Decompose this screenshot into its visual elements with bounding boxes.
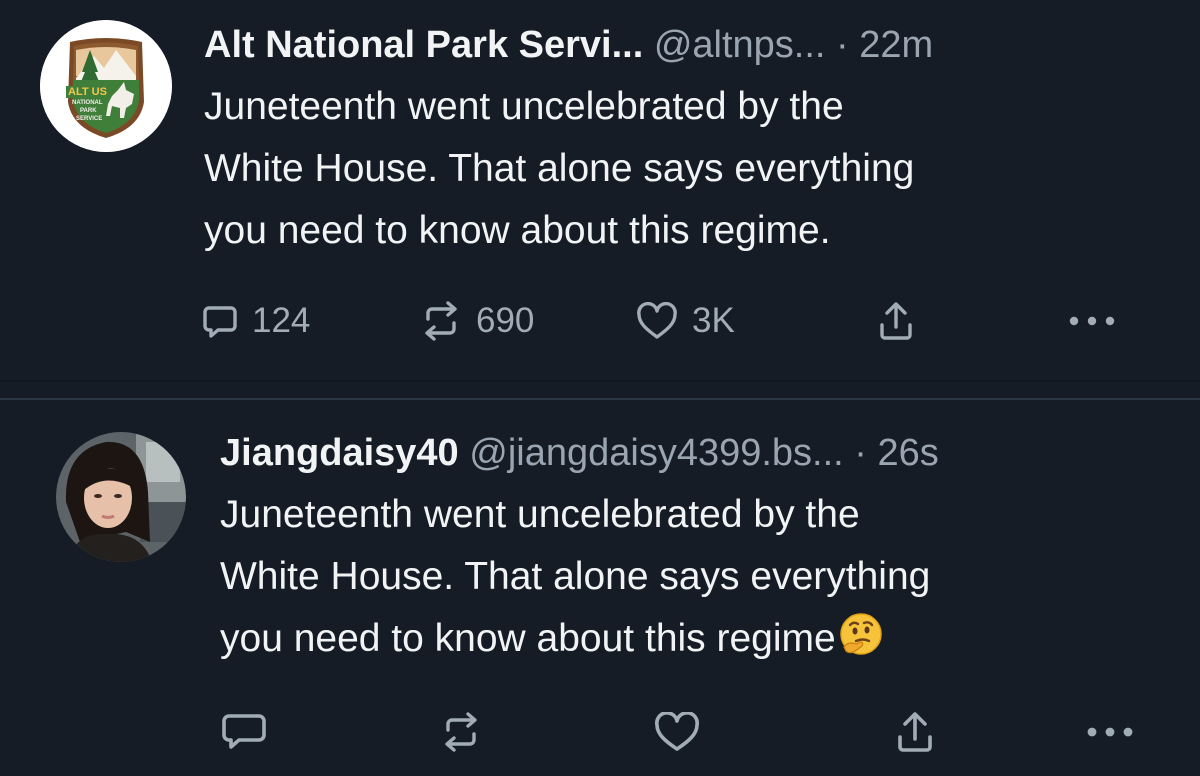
timestamp[interactable]: 22m [859, 24, 933, 66]
share-button[interactable] [878, 296, 914, 346]
reply-icon [203, 306, 237, 338]
handle[interactable]: @altnps... [654, 24, 826, 66]
avatar[interactable] [56, 432, 186, 562]
post-text-line: you need to know about this regime. [204, 209, 831, 252]
like-count: 3K [692, 301, 735, 340]
post-header: Jiangdaisy40 @jiangdaisy4399.bs... · 26s [220, 428, 1180, 478]
post-content: Jiangdaisy40 @jiangdaisy4399.bs... · 26s… [220, 428, 1180, 676]
heart-icon [637, 302, 677, 339]
repost-button[interactable]: 690 [420, 296, 534, 346]
reply-count: 124 [252, 301, 311, 340]
divider [0, 380, 1200, 382]
post-feed: ALT US NATIONAL PARK SERVICE Alt Nationa… [0, 0, 1200, 776]
more-button[interactable] [1068, 296, 1116, 346]
timestamp[interactable]: 26s [878, 432, 939, 474]
action-bar [0, 707, 1200, 757]
avatar[interactable]: ALT US NATIONAL PARK SERVICE [40, 20, 172, 152]
post-text: Juneteenth went uncelebrated by the Whit… [220, 484, 1180, 676]
logo-text-line2: PARK [80, 108, 97, 114]
more-icon [1069, 316, 1115, 326]
post[interactable]: ALT US NATIONAL PARK SERVICE Alt Nationa… [0, 0, 1200, 382]
repost-button[interactable] [440, 707, 496, 757]
share-icon [880, 302, 912, 340]
post-text: Juneteenth went uncelebrated by the Whit… [204, 76, 1164, 262]
post-text-line: Juneteenth went uncelebrated by the [204, 85, 844, 128]
like-button[interactable]: 3K [636, 296, 735, 346]
thinking-face-icon [838, 611, 884, 676]
handle[interactable]: @jiangdaisy4399.bs... [469, 432, 843, 474]
display-name[interactable]: Jiangdaisy40 [220, 432, 459, 474]
repost-icon [445, 712, 477, 752]
separator: · [836, 24, 849, 66]
share-icon [898, 712, 932, 752]
profile-photo-woman-icon [56, 432, 186, 562]
logo-text-line3: SERVICE [76, 116, 103, 122]
more-icon [1087, 727, 1133, 737]
post-header: Alt National Park Servi... @altnps... · … [204, 20, 1164, 70]
post-content: Alt National Park Servi... @altnps... · … [204, 20, 1164, 262]
logo-text-top: ALT US [68, 86, 107, 98]
divider [0, 398, 1200, 400]
reply-button[interactable]: 124 [202, 296, 310, 346]
more-button[interactable] [1086, 707, 1134, 757]
post-text-line: you need to know about this regime [220, 617, 836, 660]
reply-icon [222, 714, 266, 749]
separator: · [854, 432, 867, 474]
like-button[interactable] [654, 707, 714, 757]
repost-icon [425, 301, 457, 341]
reply-button[interactable] [221, 707, 281, 757]
post-text-line-with-emoji: you need to know about this regime [220, 608, 1180, 676]
post-text-line: White House. That alone says everything [204, 147, 915, 190]
share-button[interactable] [896, 707, 934, 757]
display-name[interactable]: Alt National Park Servi... [204, 24, 643, 66]
repost-count: 690 [476, 301, 535, 340]
heart-icon [655, 712, 699, 751]
post-text-line: White House. That alone says everything [220, 555, 931, 598]
post[interactable]: Jiangdaisy40 @jiangdaisy4399.bs... · 26s… [0, 402, 1200, 776]
post-text-line: Juneteenth went uncelebrated by the [220, 493, 860, 536]
action-bar: 124 690 3K [0, 296, 1200, 346]
logo-text-line1: NATIONAL [72, 100, 103, 106]
